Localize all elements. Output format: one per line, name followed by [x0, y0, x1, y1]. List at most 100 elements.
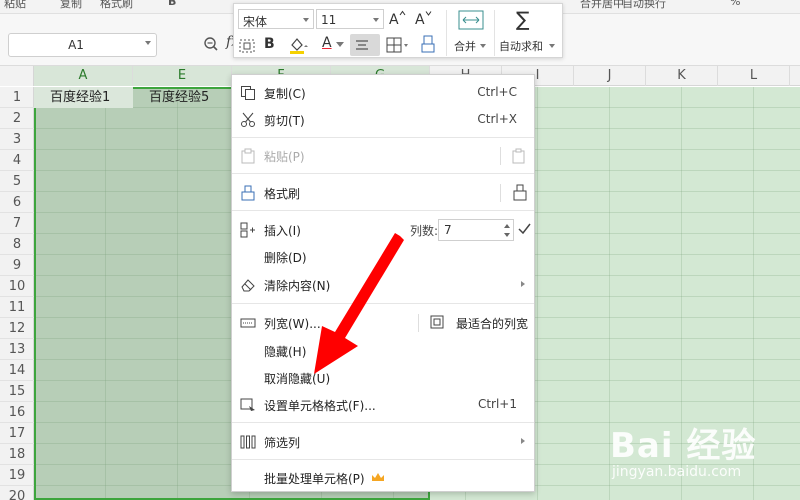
merge-icon[interactable]: [458, 10, 484, 30]
autosum-label[interactable]: 自动求和: [499, 38, 543, 54]
name-box[interactable]: A1: [8, 33, 157, 57]
divider: [232, 459, 534, 460]
row-header[interactable]: 18: [0, 444, 34, 465]
column-count-stepper[interactable]: 7: [438, 219, 514, 241]
chevron-right-icon: [521, 438, 525, 444]
text-frame-icon[interactable]: [238, 38, 256, 54]
row-header[interactable]: 15: [0, 381, 34, 402]
row-header[interactable]: 14: [0, 360, 34, 381]
crown-icon: [372, 473, 384, 481]
row-header[interactable]: 3: [0, 129, 34, 150]
font-name-value: 宋体: [243, 15, 268, 29]
paste-options-icon[interactable]: [512, 148, 526, 164]
ribbon-wrap[interactable]: 自动换行: [622, 0, 666, 11]
column-header-e[interactable]: E: [133, 66, 232, 86]
divider: [232, 210, 534, 211]
format-painter-icon[interactable]: [420, 35, 436, 53]
row-header[interactable]: 7: [0, 213, 34, 234]
ribbon-bold[interactable]: B: [168, 0, 176, 8]
filter-column-icon: [240, 435, 256, 449]
menu-item-label: 格式刷: [264, 187, 301, 201]
sigma-icon[interactable]: ∑: [516, 7, 529, 31]
menu-item-format-cells[interactable]: 设置单元格格式(F)... Ctrl+1: [232, 391, 534, 418]
bold-button[interactable]: B: [264, 36, 275, 52]
row-header[interactable]: 1: [0, 87, 34, 108]
chevron-down-icon[interactable]: [336, 42, 344, 48]
mini-toolbar: 宋体 11 A A B A 合并 ∑ 自动求和: [233, 3, 563, 58]
menu-item-batch-process[interactable]: 批量处理单元格(P): [232, 464, 534, 491]
ribbon-copy[interactable]: 复制: [60, 0, 82, 11]
menu-item-label: 插入(I): [264, 224, 301, 238]
paste-icon: [241, 148, 255, 164]
check-icon[interactable]: [518, 223, 531, 234]
menu-item-label: 剪切(T): [264, 114, 305, 128]
row-header[interactable]: 19: [0, 465, 34, 486]
row-header[interactable]: 6: [0, 192, 34, 213]
divider: [500, 147, 501, 165]
merge-label[interactable]: 合并: [454, 38, 476, 54]
align-center-icon: [356, 40, 368, 50]
ribbon-percent[interactable]: %: [730, 0, 740, 8]
increase-font-icon[interactable]: A: [388, 9, 406, 27]
row-header[interactable]: 9: [0, 255, 34, 276]
best-fit-button[interactable]: 最适合的列宽: [456, 315, 528, 332]
border-icon[interactable]: [386, 37, 410, 53]
divider: [494, 10, 495, 56]
row-header-bar: 1 2 3 4 5 6 7 8 9 10 11 12 13 14 15 16 1…: [0, 87, 34, 500]
row-header[interactable]: 4: [0, 150, 34, 171]
decrease-font-icon[interactable]: A: [414, 9, 432, 27]
menu-item-copy[interactable]: 复制(C) Ctrl+C: [232, 79, 534, 106]
menu-item-filter-column[interactable]: 筛选列: [232, 428, 534, 455]
menu-item-label: 批量处理单元格(P): [264, 472, 365, 486]
ribbon-format-painter[interactable]: 格式刷: [100, 0, 133, 11]
font-size-select[interactable]: 11: [316, 9, 384, 29]
format-painter-sticky-icon[interactable]: [512, 184, 528, 202]
chevron-right-icon: [521, 281, 525, 287]
menu-item-paste[interactable]: 粘贴(P): [232, 142, 534, 169]
column-header-a[interactable]: A: [34, 66, 133, 86]
shortcut: Ctrl+C: [477, 85, 517, 99]
watermark-brand: Bai 经验: [610, 426, 757, 466]
divider: [232, 137, 534, 138]
select-all-corner[interactable]: [0, 66, 34, 86]
row-header[interactable]: 2: [0, 108, 34, 129]
align-center-button[interactable]: [350, 34, 380, 56]
cell-a1[interactable]: 百度经验1: [50, 88, 110, 107]
chevron-down-icon[interactable]: [145, 41, 151, 45]
row-header[interactable]: 16: [0, 402, 34, 423]
shortcut: Ctrl+1: [477, 397, 517, 411]
fill-color-icon[interactable]: [288, 36, 310, 54]
zoom-icon[interactable]: [203, 36, 219, 52]
chevron-down-icon[interactable]: [504, 233, 510, 237]
column-width-icon: [240, 318, 256, 328]
chevron-down-icon[interactable]: [480, 44, 486, 49]
chevron-down-icon[interactable]: [373, 18, 379, 22]
ribbon-merge-center[interactable]: 合并居中: [580, 0, 624, 11]
chevron-down-icon[interactable]: [549, 44, 555, 49]
row-header[interactable]: 20: [0, 486, 34, 500]
watermark-url: jingyan.baidu.com: [612, 464, 742, 480]
row-header[interactable]: 12: [0, 318, 34, 339]
font-name-select[interactable]: 宋体: [238, 9, 314, 29]
divider: [500, 184, 501, 202]
copy-icon: [241, 86, 255, 100]
menu-item-cut[interactable]: 剪切(T) Ctrl+X: [232, 106, 534, 133]
ribbon-paste[interactable]: 粘贴: [4, 0, 26, 11]
chevron-up-icon[interactable]: [504, 224, 510, 228]
column-header-l[interactable]: L: [718, 66, 790, 86]
row-header[interactable]: 17: [0, 423, 34, 444]
menu-item-label: 筛选列: [264, 436, 301, 450]
best-fit-icon[interactable]: [430, 315, 444, 329]
row-header[interactable]: 13: [0, 339, 34, 360]
chevron-down-icon[interactable]: [303, 18, 309, 22]
column-header-j[interactable]: J: [574, 66, 646, 86]
row-header[interactable]: 11: [0, 297, 34, 318]
cell-e1[interactable]: 百度经验5: [149, 88, 209, 107]
column-header-k[interactable]: K: [646, 66, 718, 86]
font-color-button[interactable]: A: [322, 35, 332, 51]
scissors-icon: [241, 112, 255, 127]
row-header[interactable]: 5: [0, 171, 34, 192]
row-header[interactable]: 10: [0, 276, 34, 297]
row-header[interactable]: 8: [0, 234, 34, 255]
menu-item-format-painter[interactable]: 格式刷: [232, 179, 534, 206]
